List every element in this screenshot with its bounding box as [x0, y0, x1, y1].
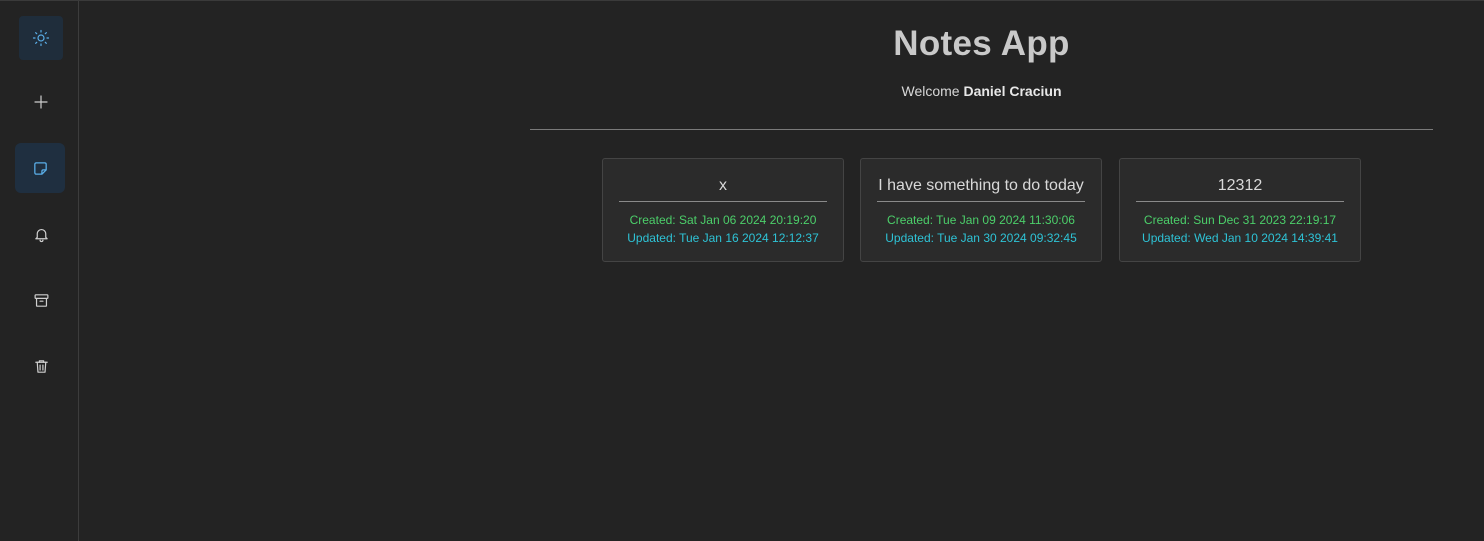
note-title: 12312 [1136, 177, 1344, 202]
note-updated-date: Updated: Tue Jan 16 2024 12:12:37 [627, 231, 819, 245]
add-note-button[interactable] [19, 80, 63, 124]
note-updated-date: Updated: Wed Jan 10 2024 14:39:41 [1142, 231, 1338, 245]
note-card[interactable]: I have something to do today Created: Tu… [860, 158, 1102, 262]
note-updated-date: Updated: Tue Jan 30 2024 09:32:45 [885, 231, 1077, 245]
note-title: x [619, 177, 827, 202]
notes-app-window: Notes App Welcome Daniel Craciun x Creat… [0, 0, 1484, 541]
sidebar-item-reminders[interactable] [19, 212, 63, 256]
sidebar [0, 1, 79, 541]
note-created-date: Created: Tue Jan 09 2024 11:30:06 [887, 213, 1075, 227]
welcome-prefix: Welcome [901, 83, 960, 99]
main-content: Notes App Welcome Daniel Craciun x Creat… [79, 1, 1484, 541]
theme-toggle-button[interactable] [19, 16, 63, 60]
sidebar-item-archive[interactable] [19, 278, 63, 322]
page-title: Notes App [893, 24, 1070, 63]
user-name: Daniel Craciun [963, 83, 1062, 99]
archive-icon [33, 292, 50, 309]
note-card[interactable]: x Created: Sat Jan 06 2024 20:19:20 Upda… [602, 158, 844, 262]
sun-icon [32, 29, 50, 47]
note-card[interactable]: 12312 Created: Sun Dec 31 2023 22:19:17 … [1119, 158, 1361, 262]
sidebar-item-notes[interactable] [15, 143, 65, 193]
welcome-message: Welcome Daniel Craciun [79, 83, 1484, 99]
sticky-note-icon [32, 160, 49, 177]
sidebar-item-trash[interactable] [19, 344, 63, 388]
trash-icon [33, 358, 50, 375]
plus-icon [33, 94, 49, 110]
note-created-date: Created: Sun Dec 31 2023 22:19:17 [1143, 213, 1337, 227]
note-created-date: Created: Sat Jan 06 2024 20:19:20 [629, 213, 817, 227]
bell-icon [33, 226, 50, 243]
header-divider [530, 129, 1433, 130]
note-title: I have something to do today [877, 177, 1085, 202]
